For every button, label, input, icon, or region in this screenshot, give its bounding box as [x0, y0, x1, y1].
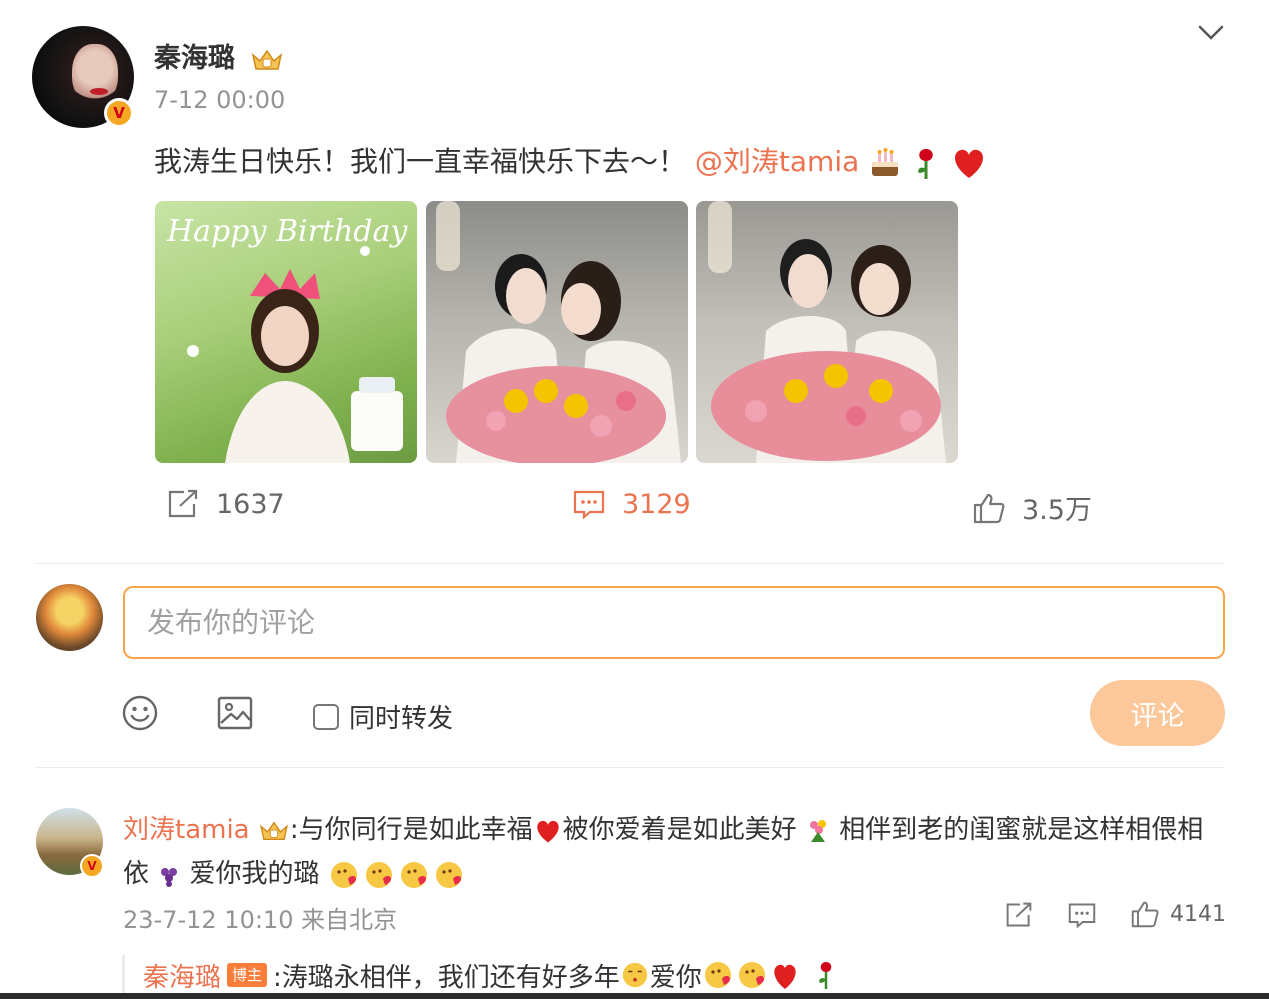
reply-icon[interactable]	[1066, 901, 1098, 929]
thumbs-up-icon	[973, 493, 1005, 523]
post-text: 我涛生日快乐！我们一直幸福快乐下去～！ @刘涛tamia	[154, 140, 988, 181]
verified-badge-icon: V	[80, 854, 104, 878]
bouquet-icon	[809, 819, 826, 842]
repost-button[interactable]: 1637	[166, 488, 285, 520]
post-time[interactable]: 7-12 00:00	[154, 86, 285, 114]
repost-toggle-label[interactable]: 同时转发	[349, 698, 453, 735]
author-name[interactable]: 秦海璐	[154, 36, 284, 75]
repost-icon[interactable]	[1003, 901, 1035, 929]
image-caption-text: Happy Birthday	[166, 214, 408, 249]
like-button[interactable]: 3.5万	[972, 488, 1092, 527]
reply-text-part: :涛璐永相伴，我们还有好多年	[273, 962, 620, 993]
comment-text-part: :与你同行是如此幸福	[289, 815, 533, 845]
post-image-1[interactable]: Happy Birthday	[155, 201, 417, 463]
like-count: 3.5万	[1022, 495, 1092, 526]
submit-comment-button[interactable]: 评论	[1090, 680, 1225, 746]
comment-text-part: 相伴到老的闺蜜就是这样相偎相	[839, 815, 1204, 845]
red-heart-icon	[536, 820, 559, 842]
blowing-kiss-emoji-icon	[330, 861, 462, 888]
bottom-bar	[0, 993, 1269, 999]
post-image-3[interactable]	[696, 201, 958, 463]
vip-crown-icon	[259, 820, 288, 840]
divider	[35, 563, 1225, 564]
comment-input[interactable]	[123, 586, 1225, 659]
repost-checkbox[interactable]	[313, 703, 339, 730]
repost-toggle[interactable]: 同时转发	[313, 698, 453, 735]
thumbs-up-icon	[1131, 901, 1159, 928]
reply-item: 秦海璐 博主 :涛璐永相伴，我们还有好多年 爱你	[122, 955, 842, 995]
comment-icon	[573, 490, 605, 520]
red-heart-icon	[955, 149, 983, 178]
comment-meta: 23-7-12 10:10 来自北京	[123, 906, 398, 934]
comment-text-part: 爱你我的璐	[189, 859, 320, 889]
kissing-face-icon	[622, 962, 647, 988]
host-badge: 博主	[227, 963, 268, 987]
repost-icon	[168, 489, 198, 518]
post-text-content: 我涛生日快乐！我们一直幸福快乐下去～！	[154, 145, 687, 178]
current-user-avatar[interactable]	[36, 584, 103, 651]
post-image-2[interactable]	[426, 201, 688, 463]
rose-icon	[918, 149, 933, 179]
comment-like-button[interactable]: 4141	[1130, 900, 1226, 928]
cake-icon	[872, 148, 899, 176]
repost-count: 1637	[216, 488, 285, 520]
mention-link[interactable]: @刘涛tamia	[695, 145, 859, 178]
vip-crown-icon	[252, 49, 283, 70]
comment-count: 3129	[622, 488, 691, 520]
comment-button[interactable]: 3129	[572, 488, 691, 520]
emoji-sequence-icon	[704, 962, 832, 989]
author-name-text[interactable]: 秦海璐	[154, 43, 235, 74]
image-upload-icon[interactable]	[217, 695, 253, 731]
commenter-name[interactable]: 刘涛tamia	[123, 815, 250, 845]
comment-like-count: 4141	[1170, 901, 1226, 927]
emoji-picker-icon[interactable]	[122, 695, 158, 731]
comment-text-part: 被你爱着是如此美好	[562, 815, 797, 845]
grapes-icon	[161, 867, 178, 887]
comment-text-part: 依	[123, 859, 150, 889]
reply-text-part: 爱你	[649, 962, 702, 993]
divider	[35, 767, 1225, 768]
reply-author[interactable]: 秦海璐	[143, 957, 221, 994]
verified-badge-icon: V	[104, 98, 134, 128]
comment-text: 刘涛tamia :与你同行是如此幸福 被你爱着是如此美好 相伴到老的闺蜜就是这样相…	[123, 808, 1213, 896]
chevron-down-icon[interactable]	[1196, 20, 1226, 44]
